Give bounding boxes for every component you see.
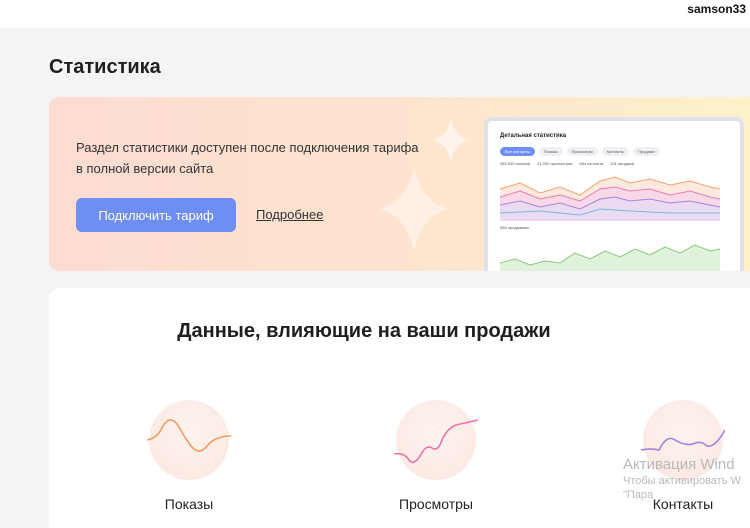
metric-label: Просмотры: [399, 496, 473, 512]
more-info-link[interactable]: Подробнее: [256, 207, 323, 222]
preview-tab: Просмотры: [566, 147, 598, 156]
preview-legend-item: 285 540 показов: [500, 161, 531, 166]
top-bar: samson33: [0, 0, 750, 28]
preview-title: Детальная статистика: [500, 133, 567, 139]
preview-legend-item: 684 контакта: [579, 161, 604, 166]
metric-label: Показы: [164, 496, 214, 512]
preview-area-chart: [500, 176, 721, 221]
preview-legend-item: 21 000 просмотров: [537, 161, 573, 166]
watermark-line: "Пара: [623, 489, 654, 501]
preview-tab: Контакты: [601, 147, 630, 156]
preview-legend: 285 540 показов 21 000 просмотров 684 ко…: [500, 161, 634, 166]
impressions-chart-icon: [147, 400, 231, 480]
username[interactable]: samson33: [687, 2, 746, 16]
preview-line-chart: [500, 244, 721, 271]
views-chart-icon: [394, 400, 478, 480]
preview-legend-item: 201 продажа: [610, 161, 635, 166]
preview-tabs: Все контакты Показы Просмотры Контакты П…: [500, 147, 660, 156]
metric-views: Просмотры: [376, 400, 496, 512]
card-title: Данные, влияющие на ваши продажи: [177, 320, 551, 342]
watermark-line: Активация Wind: [623, 456, 735, 473]
banner-message: Раздел статистики доступен после подключ…: [76, 140, 419, 176]
page-title: Статистика: [49, 56, 161, 78]
sparkle-icon: [379, 117, 469, 252]
preview-tab: Все контакты: [500, 147, 535, 156]
statistics-preview: Детальная статистика Все контакты Показы…: [484, 117, 744, 271]
upgrade-banner: Раздел статистики доступен после подключ…: [49, 97, 750, 271]
metric-impressions: Показы: [129, 400, 249, 512]
preview-tab: Продажи: [633, 147, 660, 156]
preview-tab: Показы: [538, 147, 563, 156]
connect-plan-button[interactable]: Подключить тариф: [76, 198, 236, 232]
preview-second-label: 565 продажами: [500, 225, 529, 230]
watermark-line: Чтобы активировать W: [623, 475, 741, 487]
windows-activation-watermark: Активация Wind Чтобы активировать W "Пар…: [623, 456, 741, 502]
